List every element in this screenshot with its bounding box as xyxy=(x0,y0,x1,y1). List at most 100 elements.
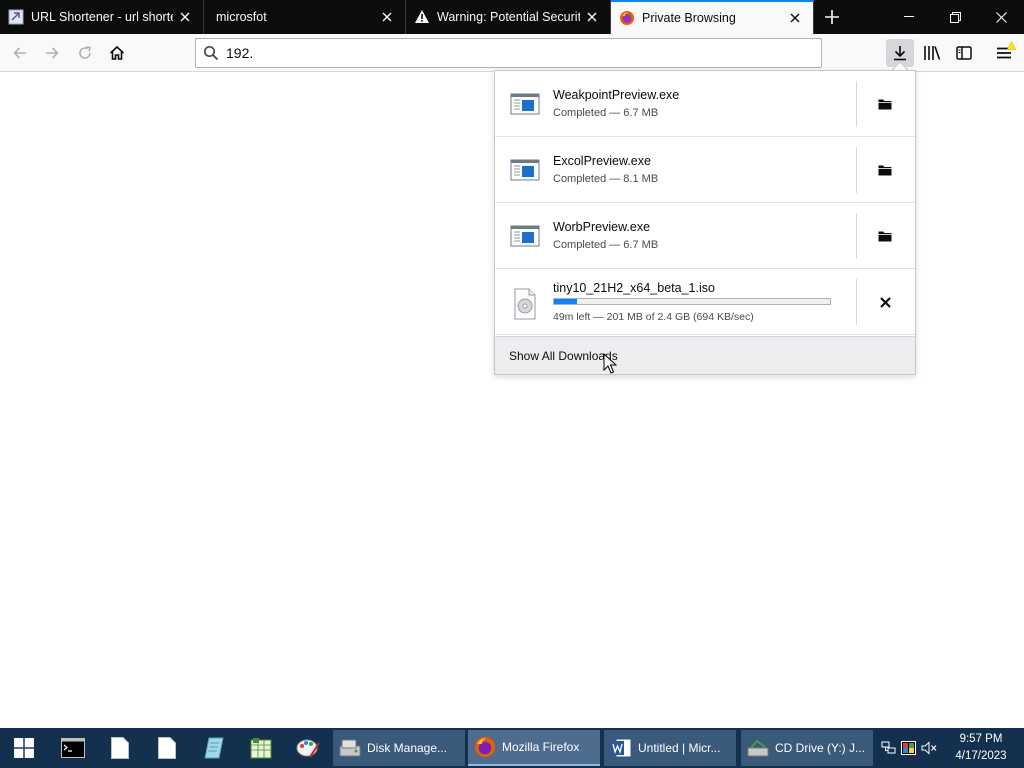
system-tray xyxy=(880,728,939,768)
tab-microsfot[interactable]: microsfot xyxy=(204,0,406,34)
download-status: Completed — 6.7 MB xyxy=(553,107,659,119)
menu-button[interactable] xyxy=(990,39,1018,67)
minimize-icon xyxy=(904,16,914,17)
minimize-button[interactable] xyxy=(886,0,932,34)
divider xyxy=(856,81,857,127)
volume-muted-icon[interactable] xyxy=(919,728,939,768)
pinned-paint-app[interactable] xyxy=(285,728,331,768)
forward-button[interactable] xyxy=(38,39,66,67)
close-icon xyxy=(995,11,1007,23)
blank-document-icon xyxy=(111,737,129,759)
open-folder-button[interactable] xyxy=(865,89,905,119)
close-window-button[interactable] xyxy=(978,0,1024,34)
taskbar-app-label: Mozilla Firefox xyxy=(502,740,580,754)
clock-date: 4/17/2023 xyxy=(955,750,1007,762)
reload-icon xyxy=(79,46,91,59)
exe-file-icon xyxy=(510,222,540,250)
firefox-icon xyxy=(474,736,496,758)
windows-taskbar: Disk Manage... Mozilla Firefox Untitled … xyxy=(0,728,1024,768)
pinned-notepad-2[interactable] xyxy=(144,728,190,768)
taskbar-clock[interactable]: 9:57 PM 4/17/2023 xyxy=(950,731,1012,765)
pinned-notepad-1[interactable] xyxy=(97,728,143,768)
home-icon xyxy=(109,45,125,60)
download-name: WorbPreview.exe xyxy=(553,220,651,234)
back-button[interactable] xyxy=(6,39,34,67)
navigation-toolbar xyxy=(0,34,1024,72)
download-status: 49m left — 201 MB of 2.4 GB (694 KB/sec) xyxy=(553,311,754,323)
start-button[interactable] xyxy=(0,728,48,768)
sidebar-button[interactable] xyxy=(950,39,978,67)
url-bar[interactable] xyxy=(195,38,822,68)
download-status: Completed — 6.7 MB xyxy=(553,239,659,251)
download-item[interactable]: ExcolPreview.exe Completed — 8.1 MB xyxy=(495,137,915,203)
pinned-spreadsheet-app[interactable] xyxy=(238,728,284,768)
tab-title: URL Shortener - url shortener xyxy=(31,10,173,24)
divider xyxy=(856,279,857,325)
warning-icon xyxy=(414,9,430,25)
open-folder-button[interactable] xyxy=(865,221,905,251)
downloads-panel: WeakpointPreview.exe Completed — 6.7 MB … xyxy=(494,70,916,375)
tab-strip: URL Shortener - url shortener microsfot … xyxy=(0,0,1024,34)
download-name: tiny10_21H2_x64_beta_1.iso xyxy=(553,281,715,295)
close-icon[interactable] xyxy=(375,5,399,29)
taskbar-disk-management[interactable]: Disk Manage... xyxy=(333,730,465,766)
disc-image-file-icon xyxy=(510,288,540,320)
restore-button[interactable] xyxy=(932,0,978,34)
folder-icon xyxy=(878,231,892,242)
close-icon[interactable] xyxy=(173,5,197,29)
plus-icon xyxy=(825,10,839,24)
open-folder-button[interactable] xyxy=(865,155,905,185)
back-icon xyxy=(13,47,26,59)
download-name: ExcolPreview.exe xyxy=(553,154,651,168)
sidebar-icon xyxy=(956,46,972,60)
download-name: WeakpointPreview.exe xyxy=(553,88,680,102)
tab-security-warning[interactable]: Warning: Potential Security Risk xyxy=(406,0,611,34)
download-status: Completed — 8.1 MB xyxy=(553,173,659,185)
download-progress-bar xyxy=(553,298,831,305)
close-icon[interactable] xyxy=(783,6,807,30)
tab-title: microsfot xyxy=(216,10,267,24)
download-item[interactable]: WeakpointPreview.exe Completed — 6.7 MB xyxy=(495,71,915,137)
tab-title: Private Browsing xyxy=(642,11,736,25)
close-icon[interactable] xyxy=(580,5,604,29)
home-button[interactable] xyxy=(103,39,131,67)
show-all-downloads-label: Show All Downloads xyxy=(509,348,618,363)
pinned-command-prompt[interactable] xyxy=(50,728,96,768)
taskbar-cd-drive[interactable]: CD Drive (Y:) J... xyxy=(741,730,873,766)
progress-fill xyxy=(554,299,578,304)
update-badge-icon xyxy=(1007,41,1016,50)
network-icon[interactable] xyxy=(880,728,897,768)
folder-icon xyxy=(878,99,892,110)
paint-icon xyxy=(296,739,320,758)
tab-private-browsing[interactable]: Private Browsing xyxy=(611,0,814,34)
notepad-icon xyxy=(204,737,224,759)
command-prompt-icon xyxy=(61,738,85,758)
folder-icon xyxy=(878,165,892,176)
disk-management-icon xyxy=(339,737,361,759)
taskbar-word[interactable]: Untitled | Micr... xyxy=(604,730,736,766)
download-icon xyxy=(894,46,906,61)
spreadsheet-icon xyxy=(250,738,272,759)
taskbar-mozilla-firefox[interactable]: Mozilla Firefox xyxy=(468,730,600,766)
download-item-in-progress[interactable]: tiny10_21H2_x64_beta_1.iso 49m left — 20… xyxy=(495,269,915,335)
show-all-downloads-button[interactable]: Show All Downloads xyxy=(495,336,915,374)
library-button[interactable] xyxy=(918,39,946,67)
download-item[interactable]: WorbPreview.exe Completed — 6.7 MB xyxy=(495,203,915,269)
forward-icon xyxy=(46,47,59,59)
new-tab-button[interactable] xyxy=(814,0,850,34)
clock-time: 9:57 PM xyxy=(959,733,1003,745)
restore-icon xyxy=(949,11,961,23)
divider xyxy=(856,147,857,193)
cd-drive-icon xyxy=(747,737,769,759)
windows-logo-icon xyxy=(14,738,34,758)
reload-button[interactable] xyxy=(71,39,99,67)
url-shortener-favicon xyxy=(8,9,24,25)
display-color-icon[interactable] xyxy=(897,728,919,768)
cancel-download-button[interactable] xyxy=(865,287,905,317)
tab-url-shortener[interactable]: URL Shortener - url shortener xyxy=(0,0,204,34)
exe-file-icon xyxy=(510,90,540,118)
pinned-notepad-app[interactable] xyxy=(191,728,237,768)
taskbar-app-label: CD Drive (Y:) J... xyxy=(775,741,866,755)
url-input[interactable] xyxy=(226,45,821,61)
word-icon xyxy=(610,737,632,759)
